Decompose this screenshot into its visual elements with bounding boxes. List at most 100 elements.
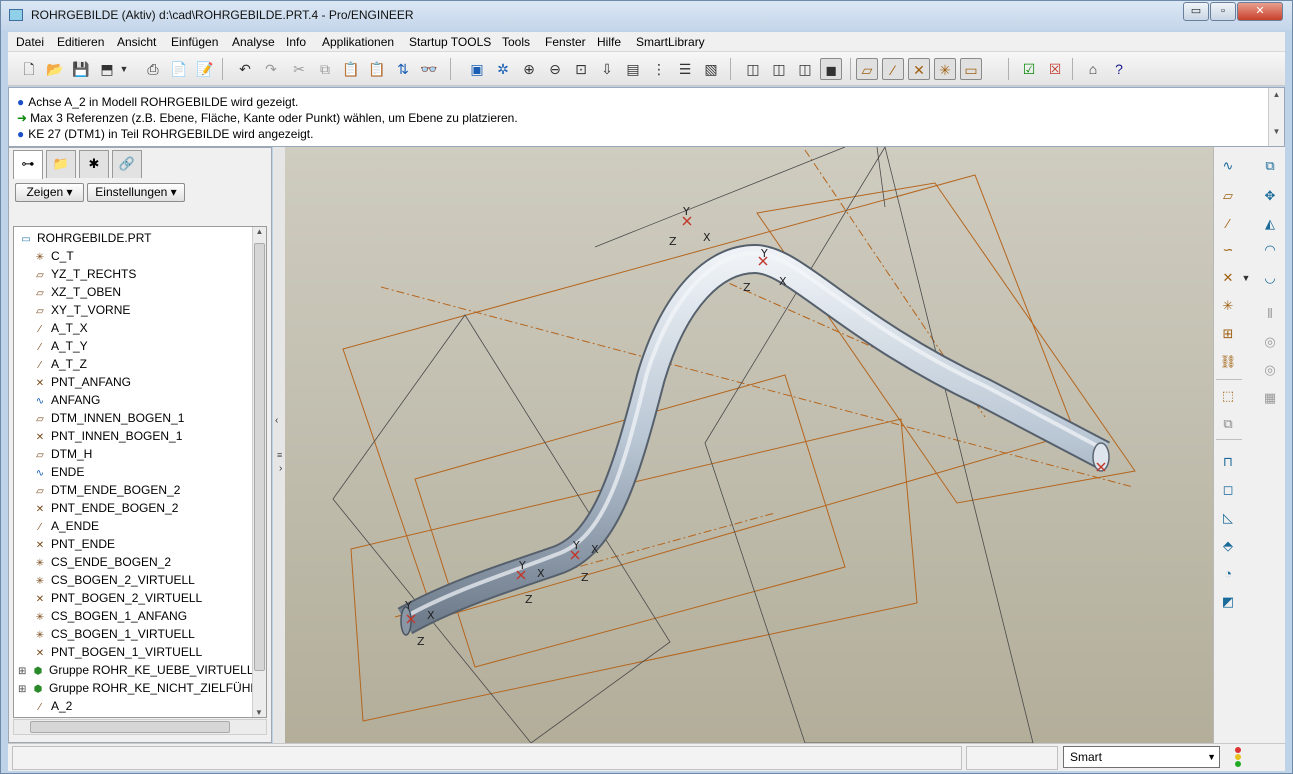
tree-item[interactable]: ✳ CS_ENDE_BOGEN_2: [32, 553, 171, 571]
home-icon[interactable]: ⌂: [1082, 58, 1104, 80]
menu-analyse[interactable]: Analyse: [232, 35, 275, 49]
paste-special-icon[interactable]: 📋: [366, 58, 388, 80]
tree-item[interactable]: ⊞ ⬢ Gruppe ROHR_KE_NICHT_ZIELFÜHR: [18, 679, 259, 697]
pipe-tool-icon[interactable]: ⬒: [96, 58, 118, 80]
expand-arrow-icon[interactable]: ›: [279, 463, 282, 474]
export-icon[interactable]: 📄: [168, 58, 190, 80]
tree-item[interactable]: ✳ CS_BOGEN_1_ANFANG: [32, 607, 187, 625]
menu-editieren[interactable]: Editieren: [57, 35, 104, 49]
zoom-in-icon[interactable]: ⊕: [518, 58, 540, 80]
tree-item[interactable]: ▱ DTM_H: [32, 445, 92, 463]
round-tool-icon[interactable]: ◔: [1216, 563, 1240, 585]
cut-icon[interactable]: ✂: [288, 58, 310, 80]
model-tree-tab-icon[interactable]: ⊶: [13, 150, 43, 179]
mirror-tool-icon[interactable]: ⧉: [1258, 155, 1282, 177]
appearance-icon[interactable]: ▧: [700, 58, 722, 80]
menu-hilfe[interactable]: Hilfe: [597, 35, 621, 49]
tree-item[interactable]: ✕ PNT_BOGEN_1_VIRTUELL: [32, 643, 202, 661]
collapse-arrow-icon[interactable]: ‹: [275, 415, 278, 426]
refit-icon[interactable]: ⊡: [570, 58, 592, 80]
connections-tab-icon[interactable]: 🔗: [112, 150, 142, 178]
menu-smartlibrary[interactable]: SmartLibrary: [636, 35, 705, 49]
datum-curve-tool-icon[interactable]: ∽: [1216, 239, 1240, 261]
expand-icon[interactable]: ⊞: [18, 681, 30, 699]
minimize-button[interactable]: ▭: [1183, 2, 1209, 21]
revolve-tool-icon[interactable]: ◻: [1216, 479, 1240, 501]
sketch-tool-icon[interactable]: ∿: [1216, 155, 1240, 177]
menu-startup-tools[interactable]: Startup TOOLS: [409, 35, 491, 49]
datum-point-dropdown-icon[interactable]: ▼: [1240, 267, 1252, 289]
menu-ansicht[interactable]: Ansicht: [117, 35, 156, 49]
settings-dropdown[interactable]: Einstellungen ▾: [87, 183, 185, 202]
merge-tool-icon[interactable]: ◎: [1258, 331, 1282, 353]
tree-item[interactable]: ✕ PNT_ENDE_BOGEN_2: [32, 499, 179, 517]
tree-item[interactable]: ▱DTM1: [32, 715, 84, 717]
undo-icon[interactable]: ↶: [234, 58, 256, 80]
tree-item[interactable]: ✳ CS_BOGEN_2_VIRTUELL: [32, 571, 195, 589]
repaint-icon[interactable]: ▣: [466, 58, 488, 80]
tree-item[interactable]: ▱ DTM_INNEN_BOGEN_1: [32, 409, 184, 427]
menu-einfuegen[interactable]: Einfügen: [171, 35, 218, 49]
new-file-icon[interactable]: 🗋: [18, 58, 40, 80]
tree-item[interactable]: ⁄ A_T_Y: [32, 337, 88, 355]
sweep-tool-icon[interactable]: ◺: [1216, 507, 1240, 529]
no-hidden-icon[interactable]: ◫: [794, 58, 816, 80]
edit-document-icon[interactable]: 📝: [194, 58, 216, 80]
tree-item[interactable]: ▭ ROHRGEBILDE.PRT: [18, 229, 151, 247]
tree-item[interactable]: ⁄ A_T_X: [32, 319, 88, 337]
close-button[interactable]: ✕: [1237, 2, 1283, 21]
tree-item[interactable]: ✕ PNT_INNEN_BOGEN_1: [32, 427, 183, 445]
graphics-window[interactable]: YZX YZX YZX YZX YZX: [285, 147, 1213, 743]
csys-tool-icon[interactable]: ✳: [1216, 295, 1240, 317]
confirm-icon[interactable]: ☑: [1018, 58, 1040, 80]
chain-tool-icon[interactable]: ⛓: [1216, 351, 1240, 373]
tree-item[interactable]: ✕ PNT_ENDE: [32, 535, 115, 553]
pattern-tool-icon[interactable]: ▦: [1258, 387, 1282, 409]
print-icon[interactable]: ⎙: [142, 58, 164, 80]
selection-filter-select[interactable]: Smart ▼: [1063, 746, 1220, 768]
paste-icon[interactable]: 📋: [340, 58, 362, 80]
project-tool-icon[interactable]: ◭: [1258, 213, 1282, 235]
copy-icon[interactable]: ⧉: [314, 58, 336, 80]
tree-item[interactable]: ✳ CS_BOGEN_1_VIRTUELL: [32, 625, 195, 643]
favorites-tab-icon[interactable]: ✱: [79, 150, 109, 178]
menu-tools[interactable]: Tools: [502, 35, 530, 49]
panel-splitter[interactable]: ‹ ≡ ›: [273, 147, 285, 743]
datum-point-tool-icon[interactable]: ✕: [1216, 267, 1240, 289]
cancel-icon[interactable]: ☒: [1044, 58, 1066, 80]
wrap-tool-icon[interactable]: ◠: [1258, 239, 1282, 261]
tree-item[interactable]: ✕ PNT_BOGEN_2_VIRTUELL: [32, 589, 202, 607]
tree-item[interactable]: ▱ YZ_T_RECHTS: [32, 265, 136, 283]
move-tool-icon[interactable]: ✥: [1258, 185, 1282, 207]
wireframe-icon[interactable]: ◫: [742, 58, 764, 80]
tree-item[interactable]: ✕ PNT_ANFANG: [32, 373, 131, 391]
maximize-button[interactable]: ▫: [1210, 2, 1236, 21]
tree-vertical-scrollbar[interactable]: ▲ ▼: [252, 227, 266, 717]
zoom-out-icon[interactable]: ⊖: [544, 58, 566, 80]
message-scrollbar[interactable]: ▲ ▼: [1268, 88, 1284, 146]
analysis-tool-icon[interactable]: ⊞: [1216, 323, 1240, 345]
trim-tool-icon[interactable]: ⫴: [1258, 303, 1282, 325]
folder-browser-tab-icon[interactable]: 📁: [46, 150, 76, 178]
tree-item[interactable]: ⁄ A_T_Z: [32, 355, 87, 373]
tree-item[interactable]: ∿ ANFANG: [32, 391, 101, 409]
tree-item[interactable]: ▱ XY_T_VORNE: [32, 301, 130, 319]
tree-item[interactable]: ⁄ A_2: [32, 697, 72, 715]
menu-datei[interactable]: Datei: [16, 35, 44, 49]
spin-center-icon[interactable]: ✲: [492, 58, 514, 80]
tree-item[interactable]: ✳ C_T: [32, 247, 74, 265]
datum-axis-tool-icon[interactable]: ⁄: [1216, 213, 1240, 235]
tree-item[interactable]: ⁄ A_ENDE: [32, 517, 99, 535]
copy-geometry-icon[interactable]: ⧉: [1216, 413, 1240, 435]
view-manager-icon[interactable]: ⋮: [648, 58, 670, 80]
tree-item[interactable]: ▱ DTM_ENDE_BOGEN_2: [32, 481, 180, 499]
datum-axis-display-icon[interactable]: ⁄: [882, 58, 904, 80]
redo-icon[interactable]: ↷: [260, 58, 282, 80]
csys-display-icon[interactable]: ✳: [934, 58, 956, 80]
saved-views-icon[interactable]: ▤: [622, 58, 644, 80]
blend-tool-icon[interactable]: ⬘: [1216, 535, 1240, 557]
hidden-line-icon[interactable]: ◫: [768, 58, 790, 80]
datum-point-display-icon[interactable]: ✕: [908, 58, 930, 80]
model-view[interactable]: YZ X YZ X YZX YZX YZX: [285, 147, 1213, 743]
show-dropdown[interactable]: Zeigen ▾: [15, 183, 84, 202]
